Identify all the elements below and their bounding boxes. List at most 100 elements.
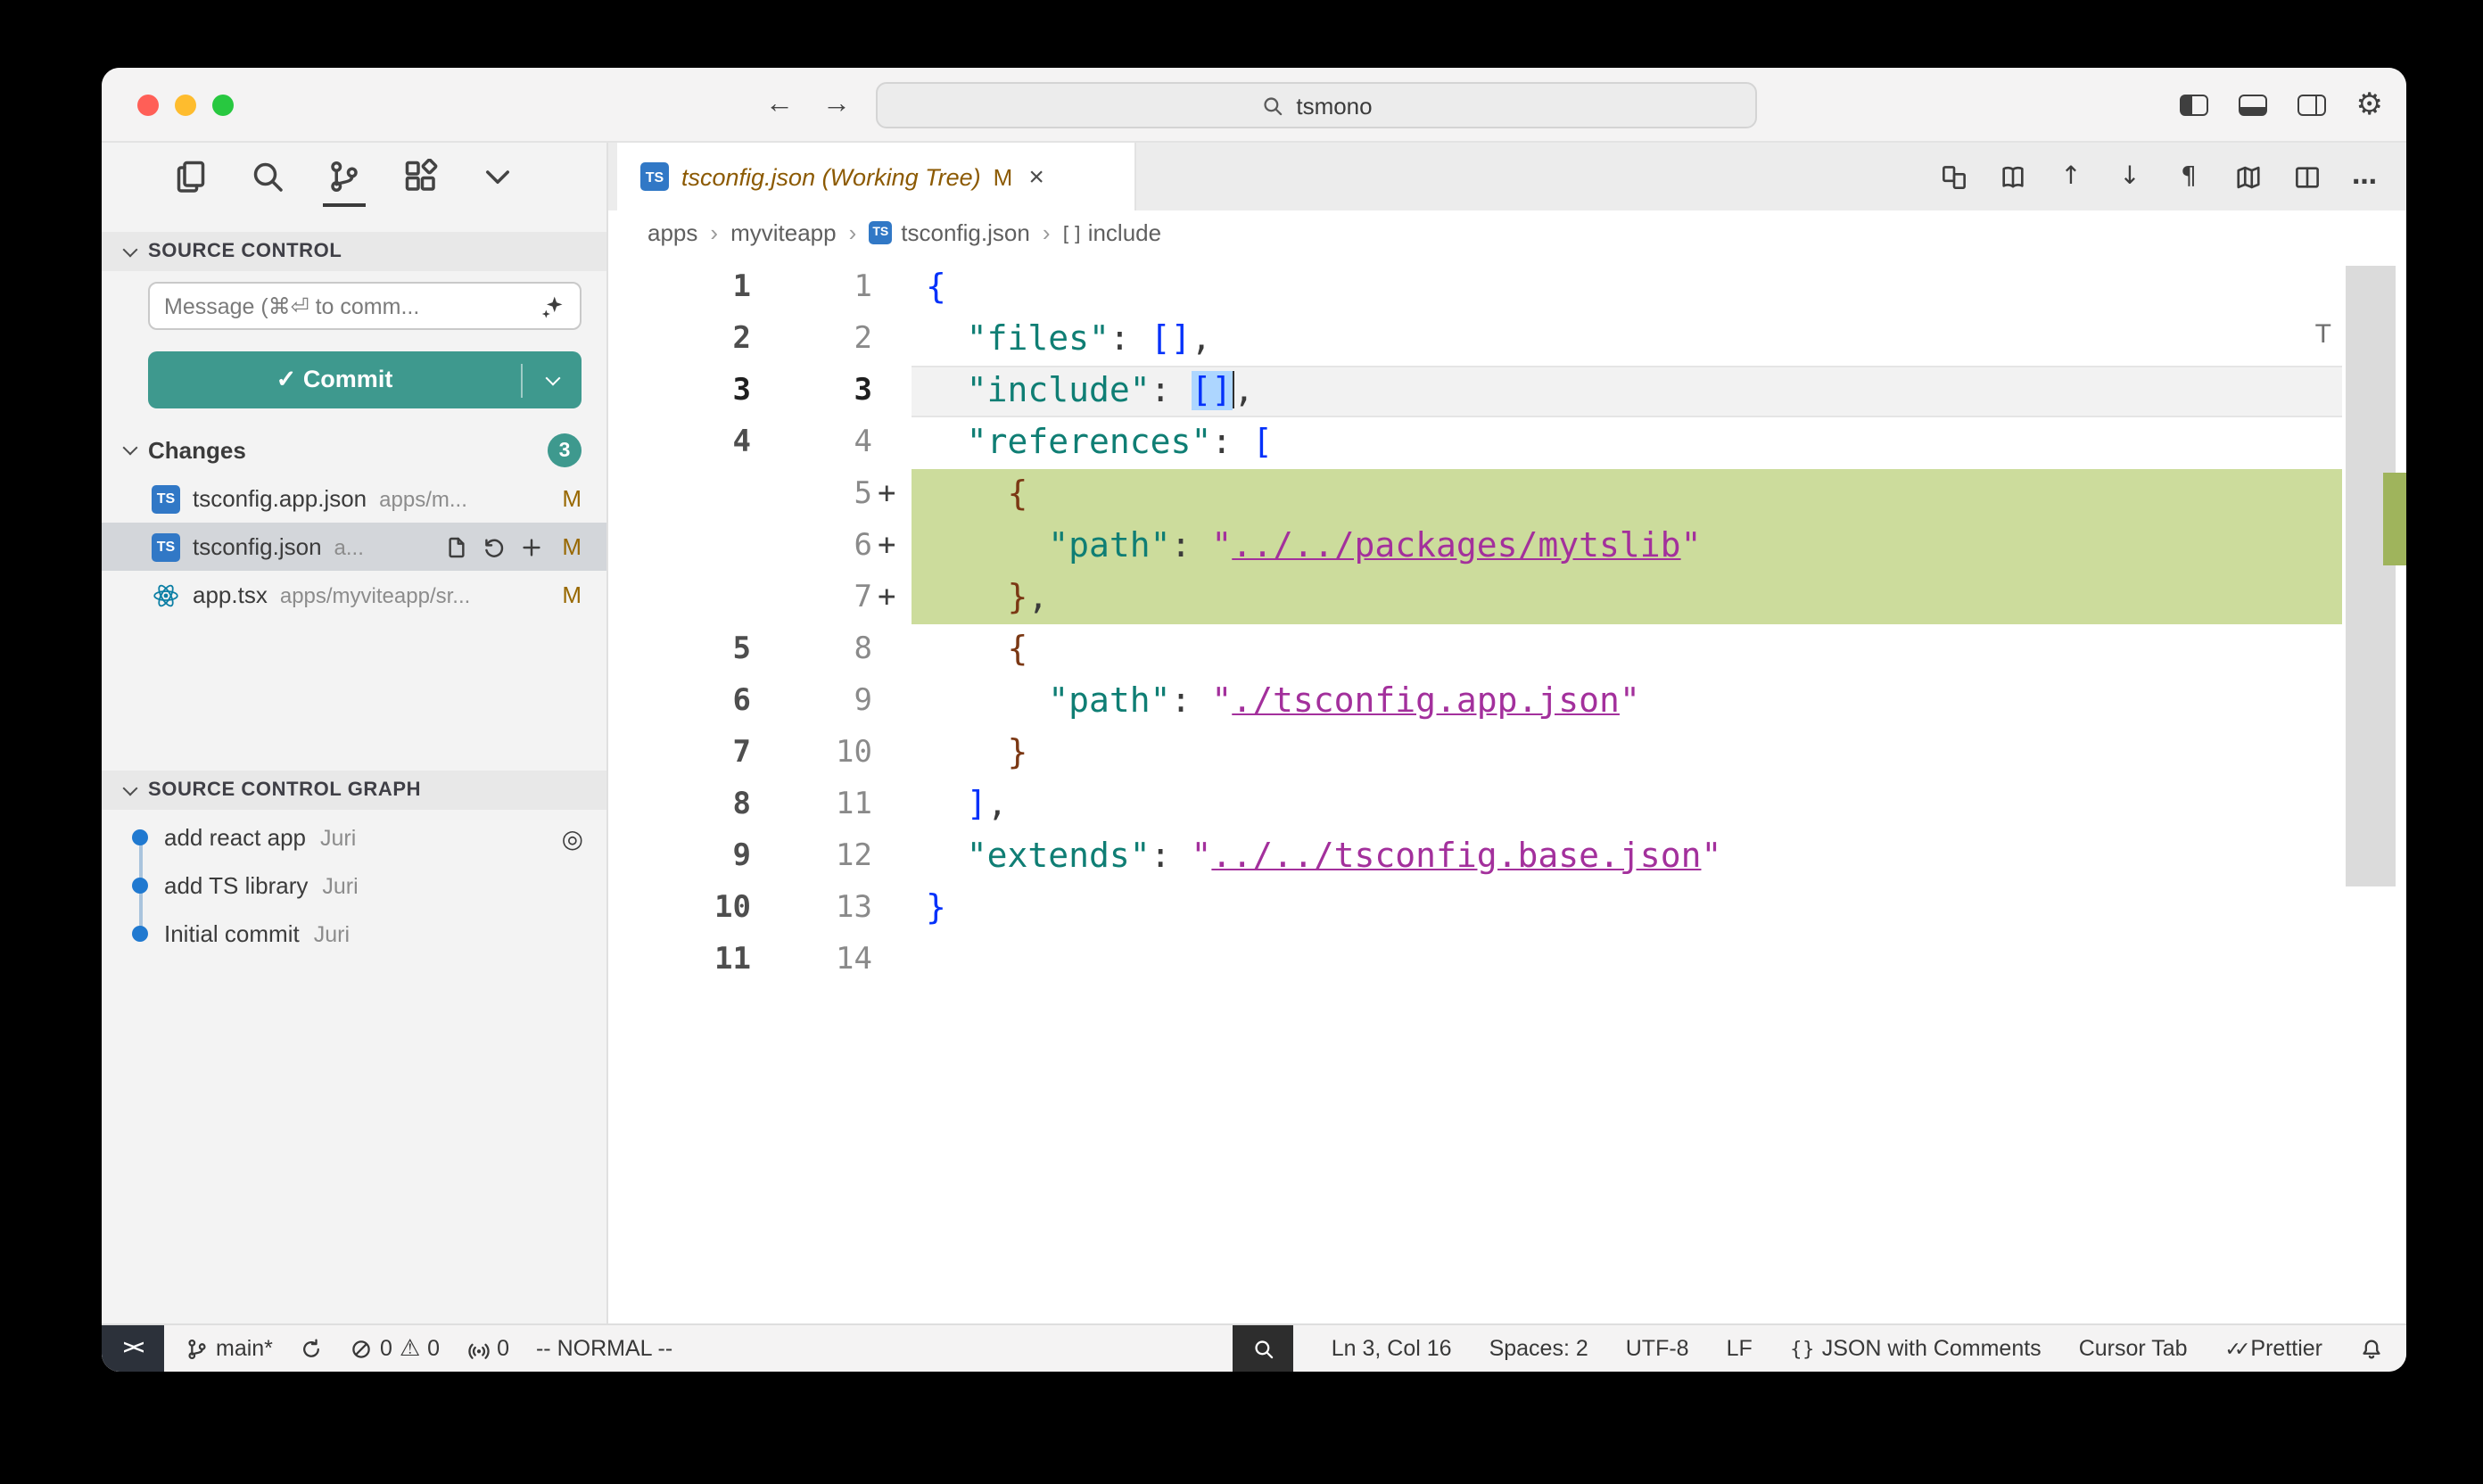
- commit-button[interactable]: ✓ Commit: [148, 351, 582, 408]
- outline-map-icon[interactable]: [2233, 162, 2262, 191]
- commit-message-input[interactable]: Message (⌘⏎ to comm...: [148, 282, 582, 330]
- ports-indicator[interactable]: 0: [466, 1336, 509, 1361]
- tab-tsconfig-json[interactable]: TS tsconfig.json (Working Tree) M ×: [615, 143, 1136, 210]
- commit-dropdown-button[interactable]: [523, 377, 582, 383]
- discard-icon[interactable]: [480, 532, 508, 561]
- commit-row[interactable]: Initial commit Juri: [102, 910, 606, 958]
- changes-group-header[interactable]: Changes 3: [102, 426, 606, 474]
- toggle-primary-sidebar-icon[interactable]: [2180, 95, 2208, 116]
- old-line-number: 2: [608, 314, 751, 366]
- code-line[interactable]: 8 11 ],: [608, 779, 2406, 831]
- history-back-button[interactable]: ←: [765, 87, 794, 123]
- command-center-search[interactable]: tsmono: [876, 82, 1757, 128]
- eol-indicator[interactable]: LF: [1727, 1336, 1753, 1361]
- sidebar: SOURCE CONTROL Message (⌘⏎ to comm... ✓ …: [102, 143, 608, 1323]
- extensions-icon[interactable]: [403, 155, 439, 198]
- generate-commit-message-icon[interactable]: [540, 293, 565, 318]
- code-text: },: [912, 573, 2342, 624]
- toggle-panel-icon[interactable]: [2239, 95, 2267, 116]
- changes-count-badge: 3: [548, 433, 582, 467]
- open-changes-icon[interactable]: [1939, 162, 1967, 191]
- code-line[interactable]: 6 + "path": "../../packages/mytslib": [608, 521, 2406, 573]
- file-row[interactable]: TS tsconfig.json a... M: [102, 523, 606, 571]
- code-line[interactable]: 10 13 }: [608, 883, 2406, 935]
- file-row[interactable]: app.tsx apps/myviteapp/sr... M: [102, 571, 606, 619]
- code-text: }: [912, 728, 2342, 779]
- modified-badge: M: [562, 533, 582, 560]
- commit-button-label: ✓ Commit: [148, 366, 521, 394]
- source-control-section-header[interactable]: SOURCE CONTROL: [102, 232, 606, 271]
- vim-mode-indicator[interactable]: -- NORMAL --: [536, 1336, 672, 1361]
- new-line-number: 11: [751, 779, 872, 831]
- open-file-icon[interactable]: [442, 532, 471, 561]
- explorer-icon[interactable]: [173, 155, 209, 198]
- errors-count: 0: [380, 1336, 392, 1361]
- editor-scrollbar[interactable]: [2346, 266, 2396, 886]
- code-line[interactable]: 1 1 {: [608, 262, 2406, 314]
- code-lines: 1 1 { 2 2 "files": [], 3 3 "include": []…: [608, 262, 2406, 986]
- code-line[interactable]: 5 + {: [608, 469, 2406, 521]
- breadcrumb-item[interactable]: [ ]include: [1063, 219, 1162, 246]
- more-views-icon[interactable]: [480, 155, 516, 198]
- file-row[interactable]: TS tsconfig.app.json apps/m... M: [102, 474, 606, 523]
- target-icon[interactable]: ◎: [562, 823, 583, 852]
- problems-indicator[interactable]: 0 ⚠ 0: [350, 1336, 440, 1361]
- split-editor-icon[interactable]: [2292, 162, 2321, 191]
- editor-area: TS tsconfig.json (Working Tree) M × ↑ ↓ ¶ ……: [608, 143, 2406, 1323]
- breadcrumb-separator: ›: [710, 219, 718, 246]
- next-change-icon[interactable]: ↓: [2116, 162, 2144, 191]
- code-line[interactable]: 5 8 {: [608, 624, 2406, 676]
- close-tab-icon[interactable]: ×: [1028, 161, 1044, 192]
- stage-icon[interactable]: [517, 532, 546, 561]
- source-control-graph-header[interactable]: SOURCE CONTROL GRAPH: [102, 771, 606, 810]
- sync-changes-button[interactable]: [300, 1337, 323, 1360]
- changes-file-list: TS tsconfig.app.json apps/m... M TS tsco…: [102, 474, 606, 619]
- history-forward-button[interactable]: →: [822, 87, 851, 123]
- zoom-window-button[interactable]: [212, 95, 234, 116]
- code-line[interactable]: 7 + },: [608, 573, 2406, 624]
- previous-change-icon[interactable]: ↑: [2057, 162, 2085, 191]
- source-control-icon[interactable]: [326, 155, 362, 198]
- overview-ruler-added-mark: [2383, 473, 2406, 565]
- file-name: app.tsx: [193, 581, 268, 608]
- encoding-indicator[interactable]: UTF-8: [1626, 1336, 1689, 1361]
- code-line[interactable]: 11 14: [608, 935, 2406, 986]
- breadcrumb-item[interactable]: TStsconfig.json: [869, 219, 1030, 246]
- toggle-secondary-sidebar-icon[interactable]: [2297, 95, 2326, 116]
- code-line[interactable]: 9 12 "extends": "../../tsconfig.base.jso…: [608, 831, 2406, 883]
- commit-author: Juri: [322, 873, 358, 898]
- open-editors-icon[interactable]: [1998, 162, 2026, 191]
- old-line-number: 3: [608, 366, 751, 417]
- commit-row[interactable]: add TS library Juri: [102, 862, 606, 910]
- notifications-bell[interactable]: [2360, 1337, 2383, 1360]
- code-text: "files": [],: [912, 314, 2342, 366]
- settings-gear-icon[interactable]: ⚙: [2356, 90, 2384, 120]
- code-line[interactable]: 4 4 "references": [: [608, 417, 2406, 469]
- indentation-indicator[interactable]: Spaces: 2: [1489, 1336, 1588, 1361]
- code-editor[interactable]: 1 1 { 2 2 "files": [], 3 3 "include": []…: [608, 255, 2406, 1323]
- code-line[interactable]: 6 9 "path": "./tsconfig.app.json": [608, 676, 2406, 728]
- code-line[interactable]: 3 3 "include": [],: [608, 366, 2406, 417]
- render-whitespace-icon[interactable]: ¶: [2174, 162, 2203, 191]
- more-actions-icon[interactable]: …: [2351, 162, 2380, 191]
- breadcrumb-item[interactable]: apps: [648, 219, 697, 246]
- code-line[interactable]: 2 2 "files": [],: [608, 314, 2406, 366]
- remote-indicator[interactable]: ><: [102, 1325, 164, 1372]
- zoom-indicator[interactable]: [1233, 1324, 1294, 1372]
- close-window-button[interactable]: [137, 95, 159, 116]
- modified-badge: M: [562, 581, 582, 608]
- warnings-icon: ⚠: [400, 1337, 420, 1360]
- commit-row[interactable]: add react app Juri ◎: [102, 813, 606, 862]
- language-mode-indicator[interactable]: {} JSON with Comments: [1790, 1336, 2042, 1361]
- cursor-position-indicator[interactable]: Ln 3, Col 16: [1332, 1336, 1452, 1361]
- code-line[interactable]: 7 10 }: [608, 728, 2406, 779]
- search-icon[interactable]: [250, 155, 285, 198]
- branch-indicator[interactable]: main*: [186, 1336, 273, 1361]
- cursor-tab-indicator[interactable]: Cursor Tab: [2079, 1336, 2188, 1361]
- formatter-indicator[interactable]: ✓✓ Prettier: [2225, 1336, 2322, 1361]
- modified-badge: M: [562, 485, 582, 512]
- array-icon: [ ]: [1063, 219, 1079, 246]
- minimize-window-button[interactable]: [175, 95, 196, 116]
- desktop-background: ← → tsmono ⚙ SOURCE CONTROL: [0, 0, 2483, 1484]
- breadcrumb-item[interactable]: myviteapp: [730, 219, 837, 246]
